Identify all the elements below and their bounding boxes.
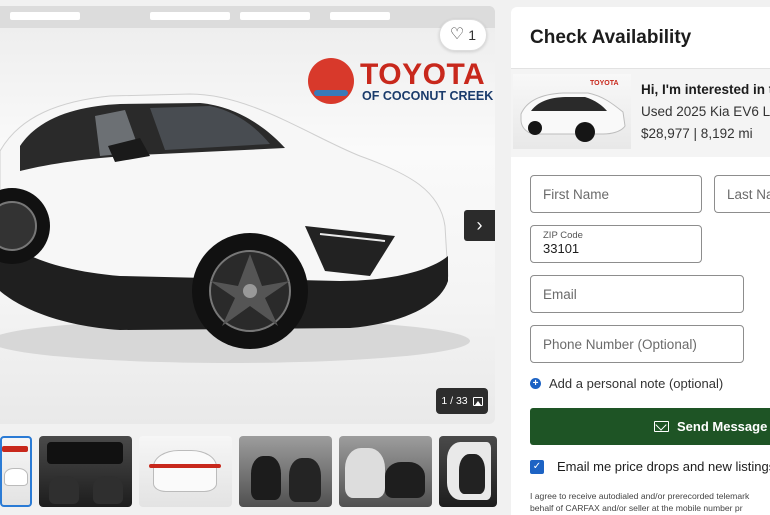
thumbnail-5[interactable]: [339, 436, 432, 507]
legal-line-2: behalf of CARFAX and/or seller at the mo…: [530, 503, 743, 514]
phone-placeholder: Phone Number (Optional): [543, 336, 697, 352]
plus-circle-icon: +: [530, 378, 541, 389]
thumbnail-3[interactable]: [139, 436, 232, 507]
first-name-placeholder: First Name: [543, 186, 610, 202]
last-name-field[interactable]: Last Na: [714, 175, 770, 213]
listing-thumbnail: TOYOTA: [513, 74, 631, 149]
photo-gallery: ♡ 1 TOYOTA OF COCONUT CREEK › 1 / 33: [0, 0, 497, 515]
thumbnail-4[interactable]: [239, 436, 332, 507]
thumbnail-strip: [0, 436, 497, 508]
vehicle-detail-page: ♡ 1 TOYOTA OF COCONUT CREEK › 1 / 33 Che…: [0, 0, 770, 515]
listing-price-mileage: $28,977 | 8,192 mi: [641, 126, 753, 141]
zip-code-label: ZIP Code: [543, 229, 583, 241]
zip-code-field[interactable]: ZIP Code 33101: [530, 225, 702, 263]
hero-photo[interactable]: ♡ 1 TOYOTA OF COCONUT CREEK › 1 / 33: [0, 6, 495, 424]
heart-icon: ♡: [449, 26, 465, 43]
zip-code-value: 33101: [543, 241, 580, 257]
palm-tree-icon: [308, 58, 354, 104]
photo-icon: [472, 396, 483, 406]
listing-summary: TOYOTA Hi, I'm interested in t Used 2025…: [511, 69, 770, 157]
photo-counter-text: 1 / 33: [441, 395, 468, 407]
dealer-logo: TOYOTA OF COCONUT CREEK: [306, 56, 493, 106]
send-message-button[interactable]: Send Message: [530, 408, 770, 445]
dealer-logo-subtitle: OF COCONUT CREEK: [362, 89, 494, 103]
envelope-icon: [654, 421, 669, 432]
showroom-ceiling: [0, 6, 495, 28]
email-opt-in-checkbox[interactable]: ✓: [530, 459, 544, 474]
listing-message: Hi, I'm interested in t: [641, 82, 770, 97]
legal-line-1: I agree to receive autodialed and/or pre…: [530, 491, 750, 501]
dealer-logo-brand: TOYOTA: [360, 58, 486, 91]
next-photo-button[interactable]: ›: [464, 210, 495, 241]
legal-disclaimer: I agree to receive autodialed and/or pre…: [530, 490, 770, 514]
email-field[interactable]: Email: [530, 275, 744, 313]
listing-vehicle: Used 2025 Kia EV6 L: [641, 104, 770, 119]
check-availability-panel: Check Availability TOYOTA Hi, I'm intere…: [511, 7, 770, 515]
thumbnail-6[interactable]: [439, 436, 497, 507]
phone-field[interactable]: Phone Number (Optional): [530, 325, 744, 363]
add-note-label: Add a personal note (optional): [549, 376, 724, 391]
email-opt-in-label: Email me price drops and new listings: [557, 459, 770, 474]
car-image: [0, 93, 470, 363]
thumbnail-1[interactable]: [0, 436, 32, 507]
add-note-link[interactable]: + Add a personal note (optional): [530, 376, 723, 391]
listing-dealer-logo: TOYOTA: [590, 80, 619, 87]
email-placeholder: Email: [543, 286, 577, 302]
chevron-right-icon: ›: [476, 215, 483, 235]
last-name-placeholder: Last Na: [727, 186, 770, 202]
favorite-count: 1: [468, 27, 477, 43]
thumbnail-2[interactable]: [39, 436, 132, 507]
first-name-field[interactable]: First Name: [530, 175, 702, 213]
email-opt-in[interactable]: ✓ Email me price drops and new listings: [530, 459, 770, 474]
favorite-button[interactable]: ♡ 1: [439, 19, 487, 51]
photo-counter: 1 / 33: [436, 388, 488, 414]
send-message-label: Send Message: [677, 419, 768, 434]
panel-title: Check Availability: [530, 27, 692, 48]
